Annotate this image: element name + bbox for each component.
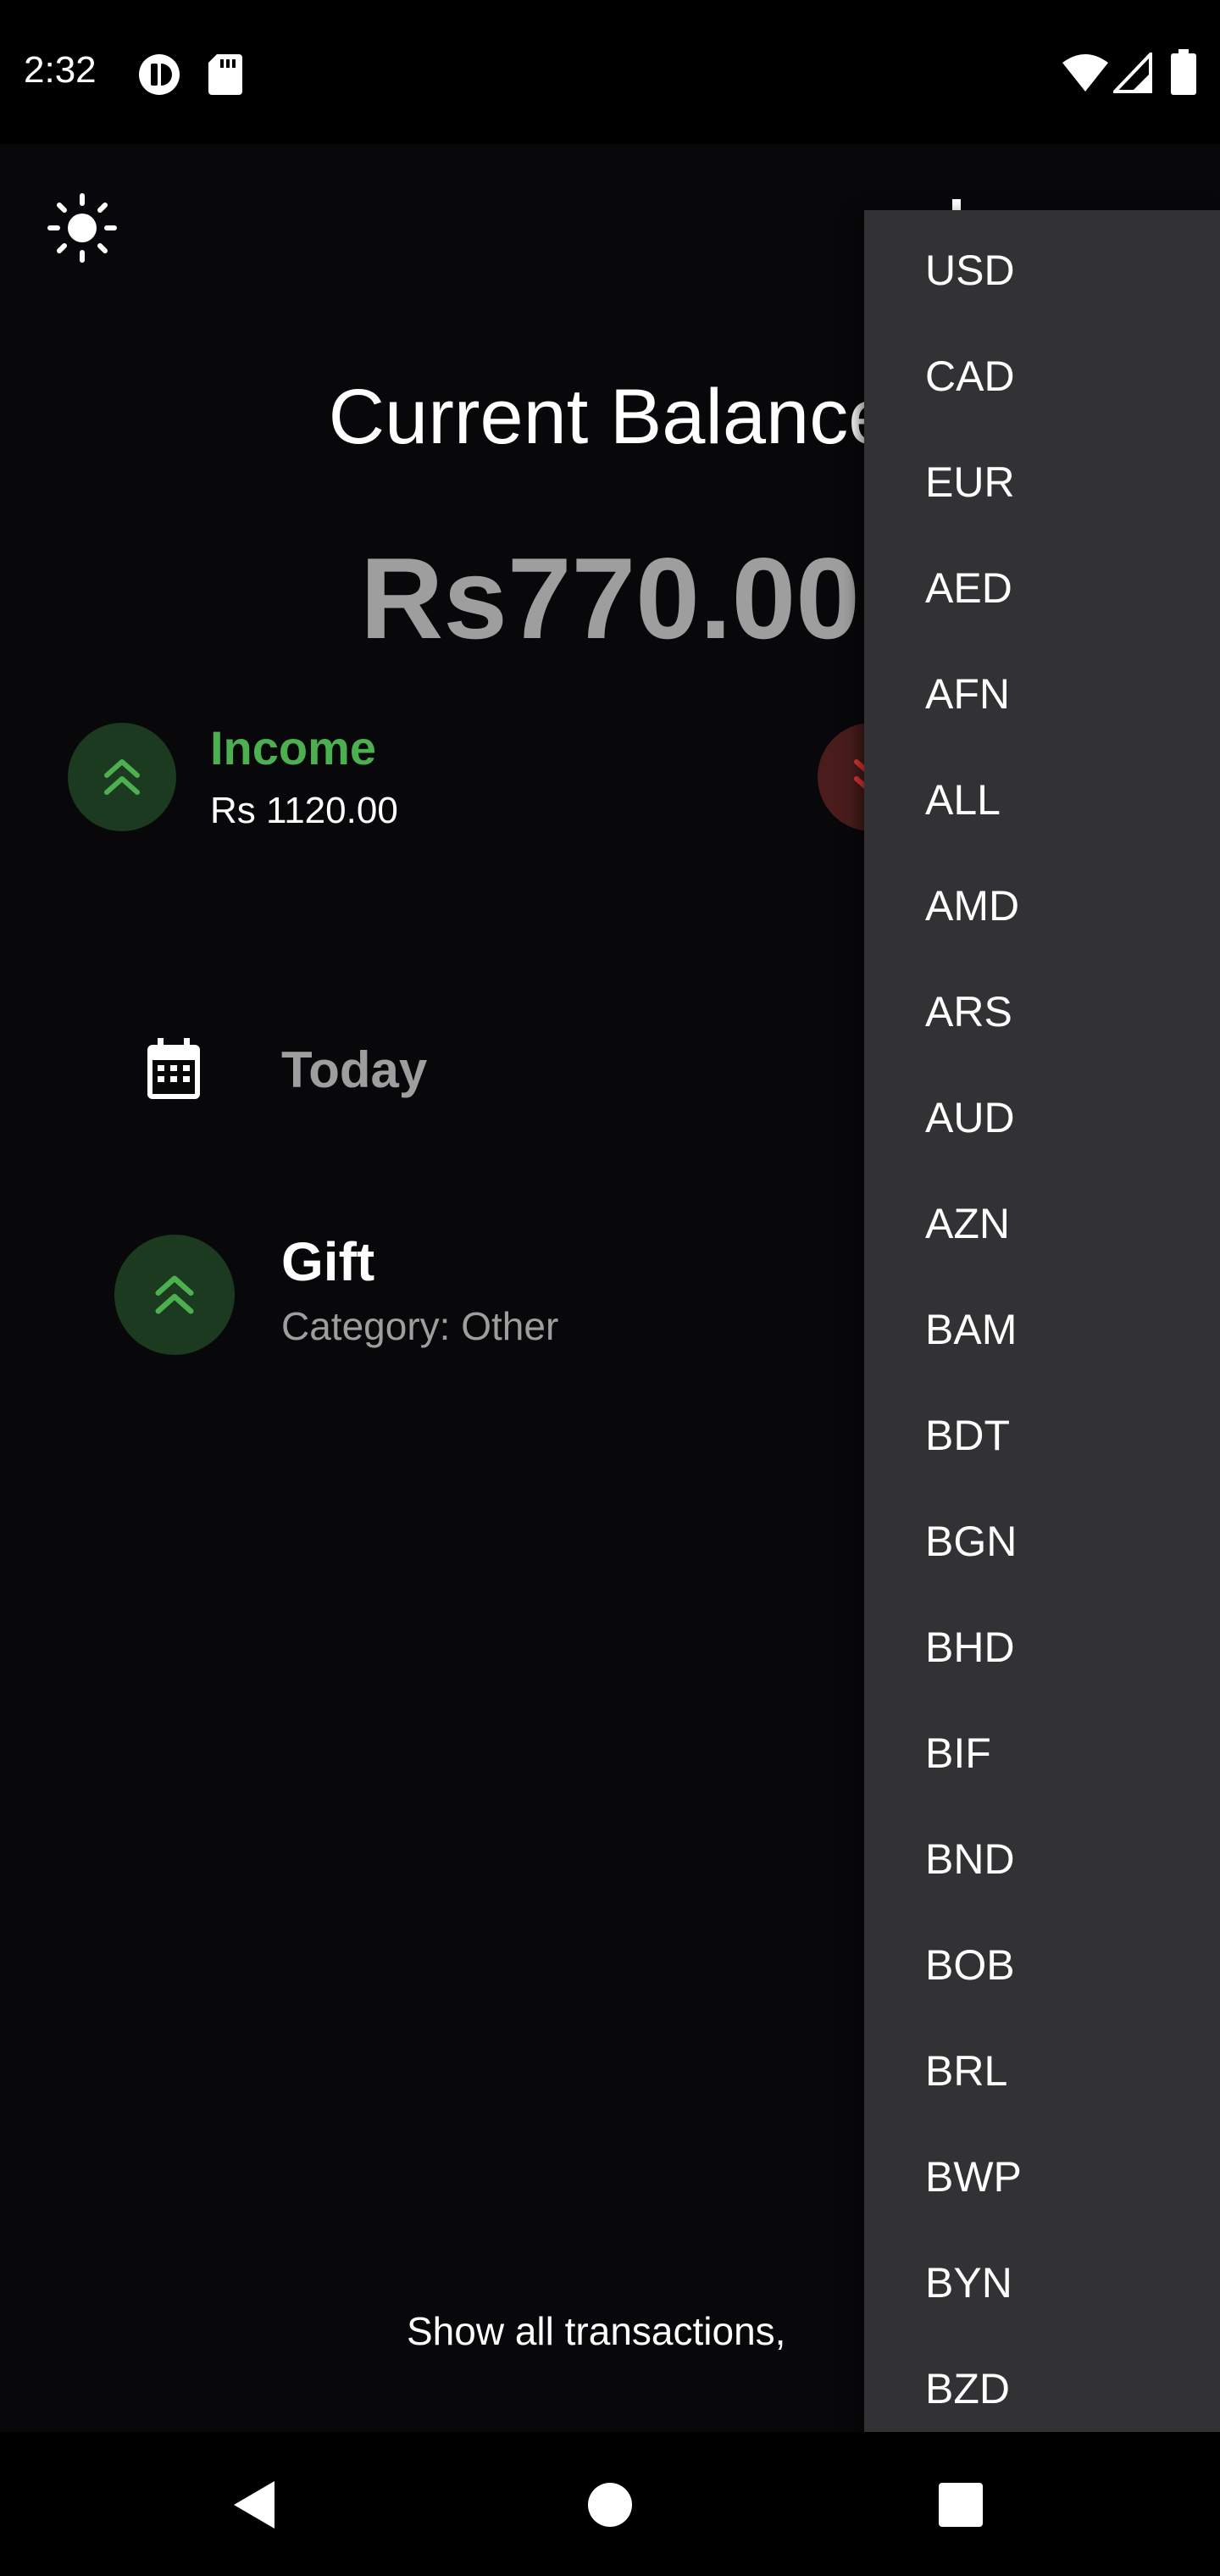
- currency-option-usd[interactable]: USD: [864, 217, 1220, 323]
- app-notification-icon: [139, 54, 180, 95]
- currency-option-bwp[interactable]: BWP: [864, 2124, 1220, 2229]
- currency-option-list: USD CAD EUR AED AFN ALL AMD ARS AUD AZN BAM BDT BGN B…: [864, 217, 1220, 2432]
- currency-option-bzd[interactable]: BZD: [864, 2335, 1220, 2432]
- currency-option-aed[interactable]: AED: [864, 535, 1220, 641]
- show-all-transactions-link[interactable]: Show all transactions,: [407, 2308, 785, 2354]
- currency-option-bam[interactable]: BAM: [864, 1276, 1220, 1382]
- currency-dropdown-menu[interactable]: USD CAD EUR AED AFN ALL AMD ARS AUD AZN BAM BDT BGN B…: [864, 210, 1220, 2432]
- sun-icon: [47, 193, 117, 263]
- sd-card-icon: [208, 54, 242, 95]
- currency-option-cad[interactable]: CAD: [864, 323, 1220, 429]
- home-icon[interactable]: [586, 2481, 634, 2529]
- recents-icon[interactable]: [937, 2481, 984, 2529]
- income-badge: [68, 723, 176, 831]
- currency-option-brl[interactable]: BRL: [864, 2018, 1220, 2124]
- double-chevron-up-icon: [155, 1275, 194, 1314]
- back-icon[interactable]: [229, 2478, 280, 2532]
- transaction-category: Category: Other: [281, 1304, 559, 1348]
- currency-option-bif[interactable]: BIF: [864, 1700, 1220, 1806]
- status-time: 2:32: [24, 49, 97, 91]
- currency-option-bgn[interactable]: BGN: [864, 1488, 1220, 1594]
- currency-option-bdt[interactable]: BDT: [864, 1382, 1220, 1488]
- currency-option-aud[interactable]: AUD: [864, 1064, 1220, 1170]
- date-header: Today: [281, 1041, 428, 1098]
- theme-toggle-button[interactable]: [44, 190, 120, 266]
- wifi-icon: [1062, 54, 1108, 92]
- currency-option-azn[interactable]: AZN: [864, 1170, 1220, 1276]
- currency-option-all[interactable]: ALL: [864, 747, 1220, 852]
- currency-option-bob[interactable]: BOB: [864, 1912, 1220, 2018]
- battery-icon: [1171, 49, 1196, 95]
- transaction-title[interactable]: Gift: [281, 1230, 374, 1293]
- double-chevron-up-icon: [104, 759, 140, 795]
- calendar-icon: [147, 1038, 200, 1099]
- income-label: Income: [210, 721, 377, 774]
- currency-option-bhd[interactable]: BHD: [864, 1594, 1220, 1700]
- cell-signal-icon: [1113, 53, 1152, 93]
- currency-option-amd[interactable]: AMD: [864, 852, 1220, 958]
- currency-option-eur[interactable]: EUR: [864, 429, 1220, 535]
- transaction-income-badge: [114, 1235, 235, 1355]
- currency-option-afn[interactable]: AFN: [864, 641, 1220, 747]
- currency-option-byn[interactable]: BYN: [864, 2229, 1220, 2335]
- currency-option-bnd[interactable]: BND: [864, 1806, 1220, 1912]
- status-bar: 2:32: [0, 0, 1220, 144]
- currency-option-ars[interactable]: ARS: [864, 958, 1220, 1064]
- income-amount: Rs 1120.00: [210, 790, 398, 831]
